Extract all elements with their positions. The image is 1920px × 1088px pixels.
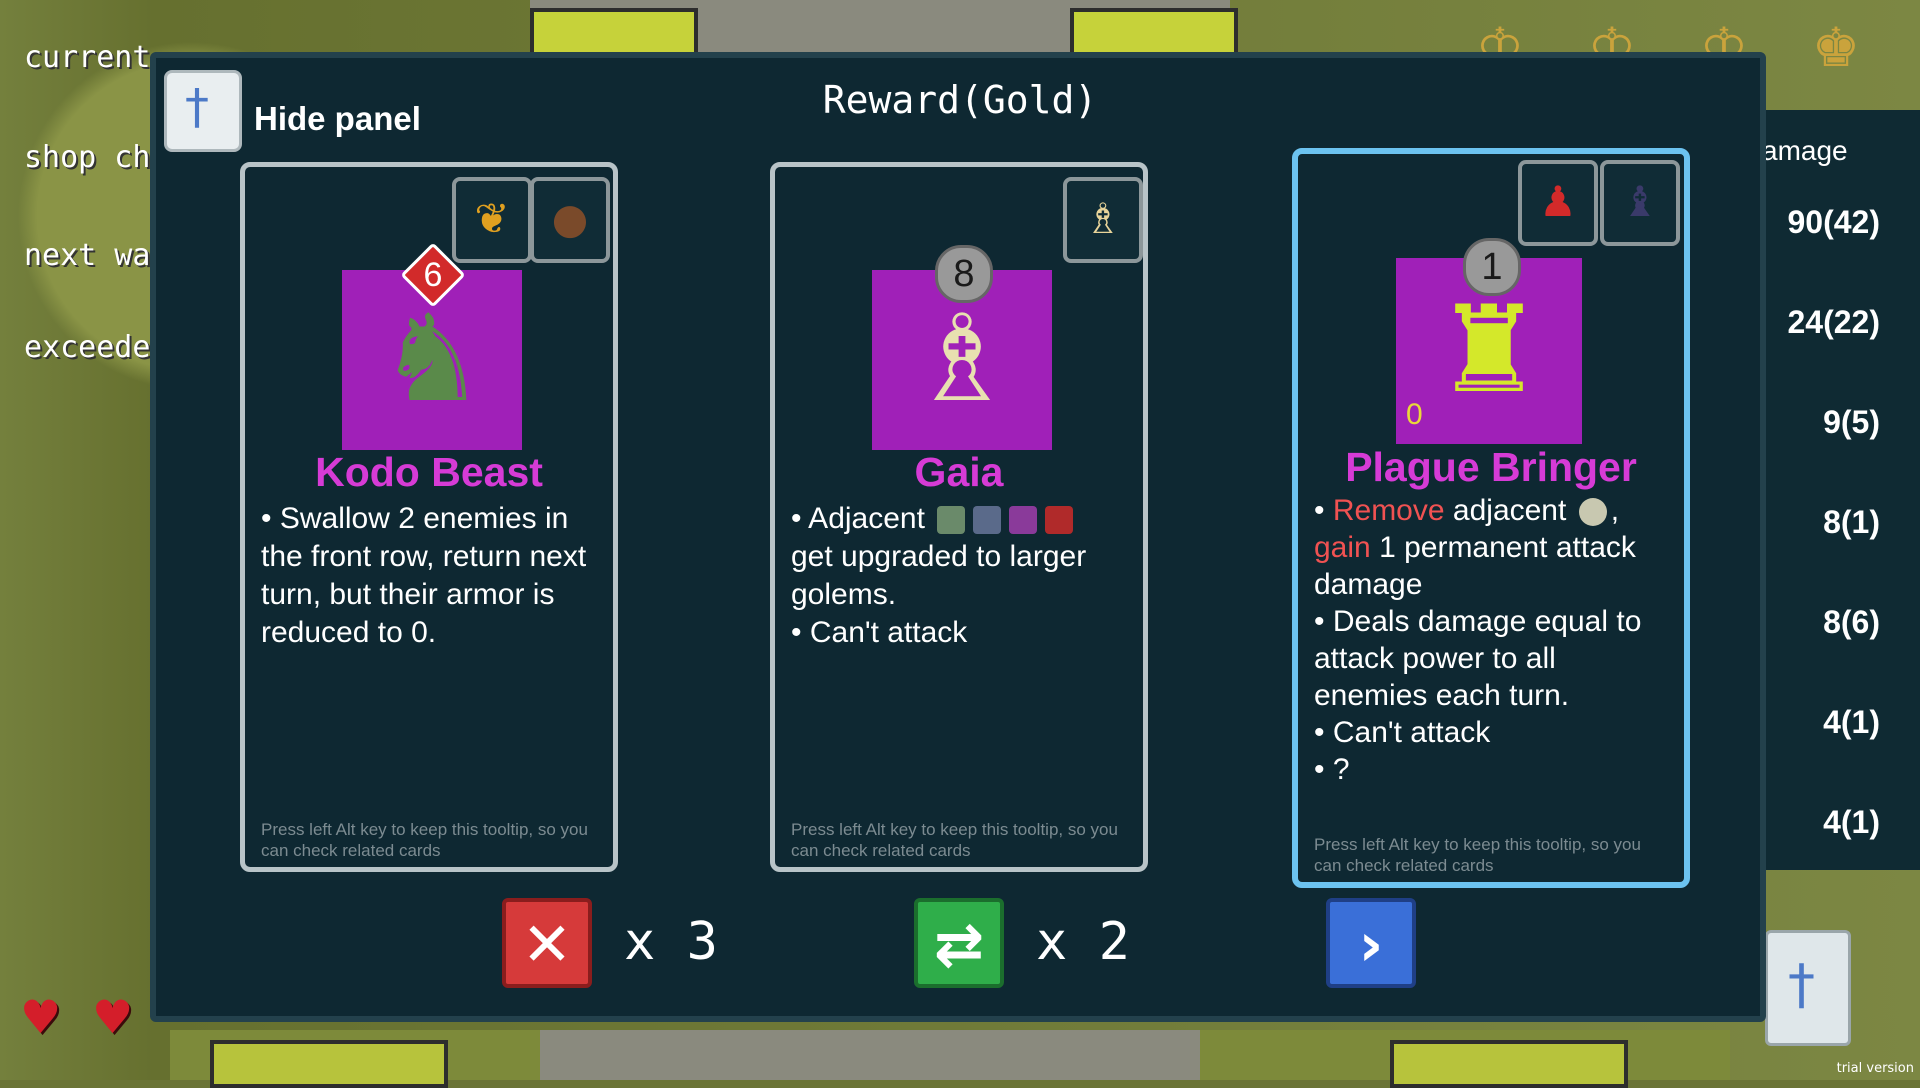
reward-card-kodo-beast[interactable]: ❦ ● ♞ 6 Kodo Beast • Swallow 2 enemies i… — [240, 162, 618, 872]
desc-adjacent: adjacent — [1452, 494, 1567, 527]
damage-value: 8(1) — [1823, 504, 1880, 540]
card-description: • Adjacent get upgraded to larger golems… — [791, 500, 1127, 652]
reject-count: x 3 — [624, 912, 718, 972]
cross-icon: † — [1788, 953, 1815, 1016]
desc-line3: • Can't attack — [1314, 716, 1491, 749]
golem-icon — [1045, 506, 1074, 535]
desc-line4: • ? — [1314, 753, 1350, 786]
desc-prefix: • Adjacent — [791, 502, 925, 535]
desc-gain: gain — [1314, 531, 1371, 564]
phoenix-icon: ❦ — [452, 177, 532, 263]
floor-tile — [1390, 1040, 1628, 1088]
heart-icon: ♥ — [92, 990, 134, 1044]
panel-title: Reward(Gold) — [822, 78, 1098, 122]
card-name: Kodo Beast — [315, 449, 543, 495]
reward-card-gaia[interactable]: ♗ ♗ 8 Gaia • Adjacent get upgraded to la… — [770, 162, 1148, 872]
level-badge: 1 — [1463, 238, 1521, 296]
card-description: • Remove adjacent , gain 1 permanent att… — [1314, 494, 1642, 786]
close-icon: ✕ — [521, 910, 573, 980]
reward-card-plague-bringer[interactable]: ♟ ♝ ♜ 0 1 Plague Bringer • Remove adjace… — [1292, 148, 1690, 888]
damage-value: 4(1) — [1823, 804, 1880, 840]
desc-remove: Remove — [1332, 494, 1445, 527]
damage-value: 4(1) — [1823, 704, 1880, 740]
desc-line2: • Can't attack — [791, 616, 968, 649]
priest-icon: ♝ — [1600, 160, 1680, 246]
top-floor — [530, 0, 1238, 61]
card-hint: Press left Alt key to keep this tooltip,… — [1314, 835, 1641, 875]
damage-value: 24(22) — [1787, 304, 1881, 340]
heart-icon: ♥ — [20, 990, 62, 1044]
refresh-icon: ⇄ — [933, 910, 985, 980]
card-name: Gaia — [914, 449, 1004, 495]
trophy-icon: ♚ — [1811, 16, 1861, 79]
card-name: Plague Bringer — [1345, 444, 1637, 490]
damage-title: amage — [1762, 135, 1848, 166]
damage-value: 90(42) — [1787, 204, 1881, 240]
golem-icon — [973, 506, 1002, 535]
reject-button[interactable]: ✕ — [502, 898, 592, 988]
golem-icon — [937, 506, 966, 535]
bottom-floor — [170, 1030, 1730, 1088]
floor-tile — [210, 1040, 448, 1088]
next-button[interactable]: › — [1326, 898, 1416, 988]
golem-icon — [1009, 506, 1038, 535]
bg-label-next: next wa — [24, 238, 151, 273]
deck-pile[interactable]: † — [1765, 930, 1851, 1046]
bg-label-shop: shop ch — [24, 140, 151, 175]
card-description: • Swallow 2 enemies in the front row, re… — [261, 502, 587, 649]
counter-value: 0 — [1406, 398, 1423, 431]
chevron-right-icon: › — [1358, 910, 1384, 980]
bear-icon: ● — [530, 177, 610, 263]
card-hint: Press left Alt key to keep this tooltip,… — [791, 820, 1118, 860]
angel-icon: ♗ — [1063, 177, 1143, 263]
bg-label-exceeded: exceede — [24, 330, 151, 365]
desc-rest: get upgraded to larger golems. — [791, 540, 1087, 611]
card-hint: Press left Alt key to keep this tooltip,… — [261, 820, 588, 860]
stone-floor — [540, 1030, 1200, 1080]
reroll-button[interactable]: ⇄ — [914, 898, 1004, 988]
level-badge: 8 — [935, 245, 993, 303]
bg-label-current: current — [24, 40, 151, 75]
skull-icon — [1578, 498, 1607, 527]
damage-value: 8(6) — [1823, 604, 1880, 640]
desc-line2: • Deals damage equal to attack power to … — [1314, 605, 1642, 712]
trial-label: trial version — [1836, 1061, 1914, 1076]
red-figure-icon: ♟ — [1518, 160, 1598, 246]
damage-value: 9(5) — [1823, 404, 1880, 440]
reroll-count: x 2 — [1036, 912, 1130, 972]
